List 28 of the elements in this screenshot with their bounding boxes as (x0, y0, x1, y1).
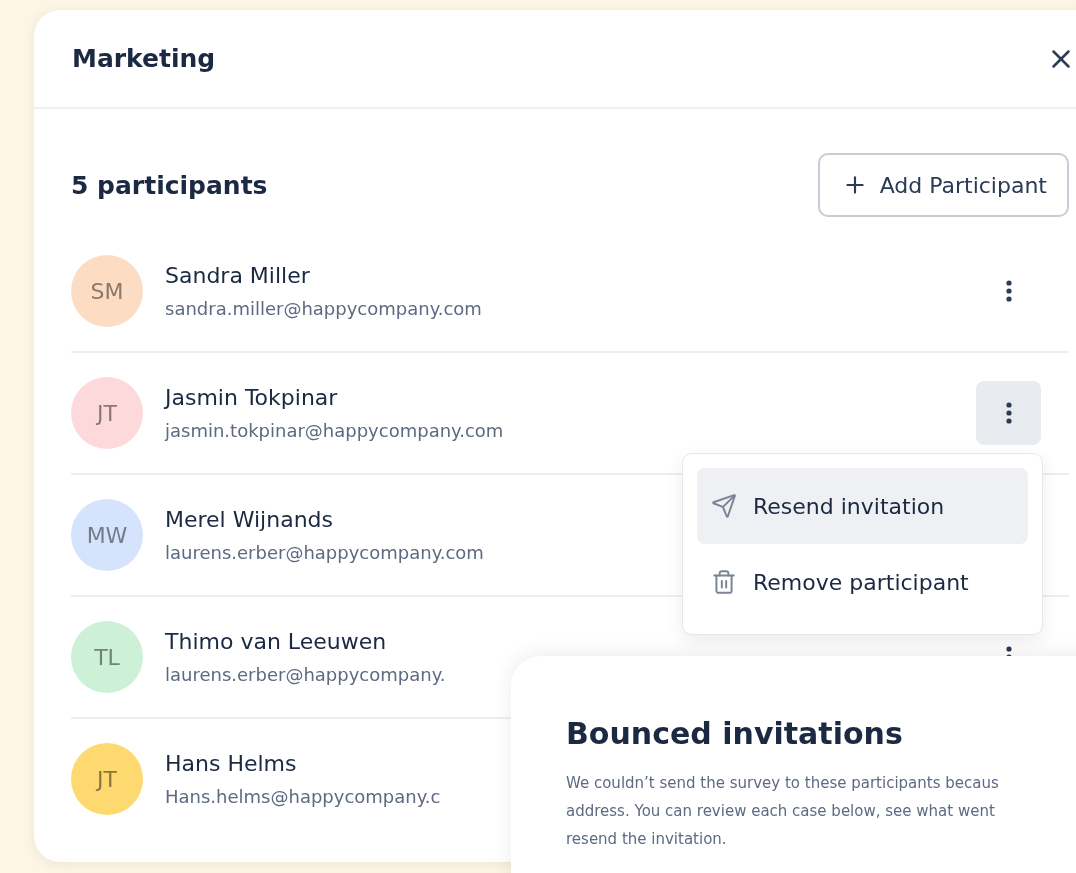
dialog-text-line: resend the invitation. (566, 829, 728, 850)
participant-name: Sandra Miller (165, 263, 311, 288)
more-icon (1005, 280, 1012, 302)
participant-count: 5 participants (71, 170, 268, 200)
participant-name: Thimo van Leeuwen (165, 629, 388, 654)
more-button[interactable] (976, 381, 1041, 445)
more-icon (1005, 402, 1012, 424)
participant-email: sandra.miller@happycompany.com (165, 298, 483, 319)
participant-name: Hans Helms (165, 751, 298, 776)
menu-item[interactable]: Resend invitation (697, 468, 1028, 544)
participant-email: laurens.erber@happycompany.com (165, 542, 485, 563)
participant-email: Hans.helms@happycompany.c (165, 786, 442, 807)
avatar: TL (71, 621, 143, 693)
participant-name: Jasmin Tokpinar (165, 385, 339, 410)
dialog-text-line: We couldn’t send the survey to these participants becaus (566, 773, 1000, 794)
dialog-heading: Bounced invitations (566, 716, 904, 751)
send-icon (711, 493, 737, 519)
dialog-title: Marketing (72, 44, 216, 73)
avatar: SM (71, 255, 143, 327)
participant-email: laurens.erber@happycompany. (165, 664, 447, 685)
participant-email: jasmin.tokpinar@happycompany.com (165, 420, 505, 441)
dialog-text-line: address. You can review each case below, see what went (566, 801, 996, 822)
participant-name: Merel Wijnands (165, 507, 334, 532)
avatar: MW (71, 499, 143, 571)
avatar: JT (71, 743, 143, 815)
trash-icon (711, 569, 737, 595)
avatar: JT (71, 377, 143, 449)
add-participant-button[interactable]: Add Participant (817, 153, 1069, 217)
